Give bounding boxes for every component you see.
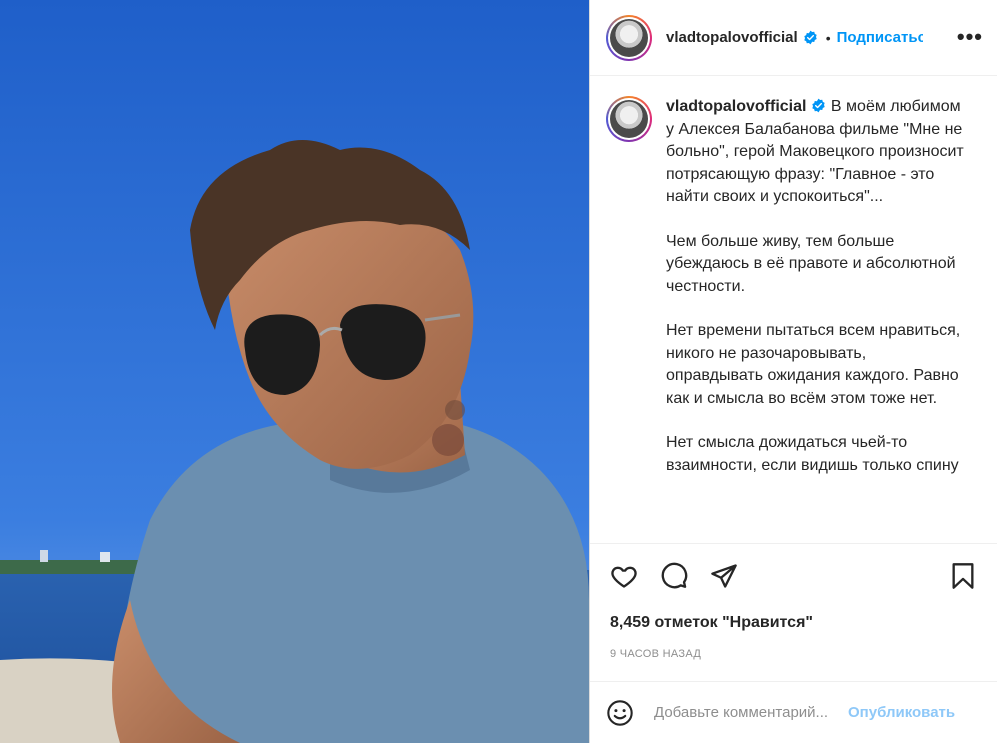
post-actions: 8,459 отметок "Нравится" 9 ЧАСОВ НАЗАД (590, 543, 997, 674)
verified-icon (804, 30, 817, 45)
comment-icon[interactable] (660, 562, 688, 590)
post-dialog: vladtopalovofficial • Подписаться ••• vl… (0, 0, 997, 743)
post-side-panel: vladtopalovofficial • Подписаться ••• vl… (589, 0, 997, 743)
caption-area: vladtopalovofficial В моём любимом у Але… (590, 76, 997, 543)
avatar[interactable] (606, 14, 652, 61)
bookmark-icon[interactable] (949, 562, 977, 590)
caption-text: vladtopalovofficial В моём любимом у Але… (666, 96, 966, 477)
selfie-image (0, 0, 589, 743)
caption-paragraph: Нет смысла дожидаться чьей-то взаимности… (666, 434, 959, 474)
post-photo[interactable] (0, 0, 589, 743)
heart-icon[interactable] (610, 562, 638, 590)
comment-input[interactable] (652, 703, 846, 722)
caption-paragraph: Чем больше живу, тем больше убеждаюсь в … (666, 232, 956, 295)
caption-avatar[interactable] (606, 96, 652, 142)
username-link[interactable]: vladtopalovofficial (666, 29, 798, 46)
verified-icon (812, 98, 826, 113)
follow-button[interactable]: Подписаться (837, 29, 923, 46)
avatar-image (610, 18, 648, 57)
emoji-icon[interactable] (606, 699, 634, 727)
caption-paragraph: vladtopalovofficial В моём любимом у Але… (666, 98, 964, 205)
post-header: vladtopalovofficial • Подписаться ••• (590, 0, 997, 76)
publish-button[interactable]: Опубликовать (848, 704, 955, 721)
post-timestamp[interactable]: 9 ЧАСОВ НАЗАД (590, 632, 997, 660)
caption-paragraph: Нет времени пытаться всем нравиться, ник… (666, 322, 961, 407)
share-icon[interactable] (710, 562, 738, 590)
caption-username[interactable]: vladtopalovofficial (666, 98, 806, 115)
caption-avatar-image (610, 100, 648, 138)
likes-count[interactable]: 8,459 отметок "Нравится" (590, 590, 997, 632)
comment-bar: Опубликовать (590, 681, 997, 743)
separator-dot: • (825, 29, 831, 46)
more-options-icon[interactable]: ••• (957, 24, 983, 50)
